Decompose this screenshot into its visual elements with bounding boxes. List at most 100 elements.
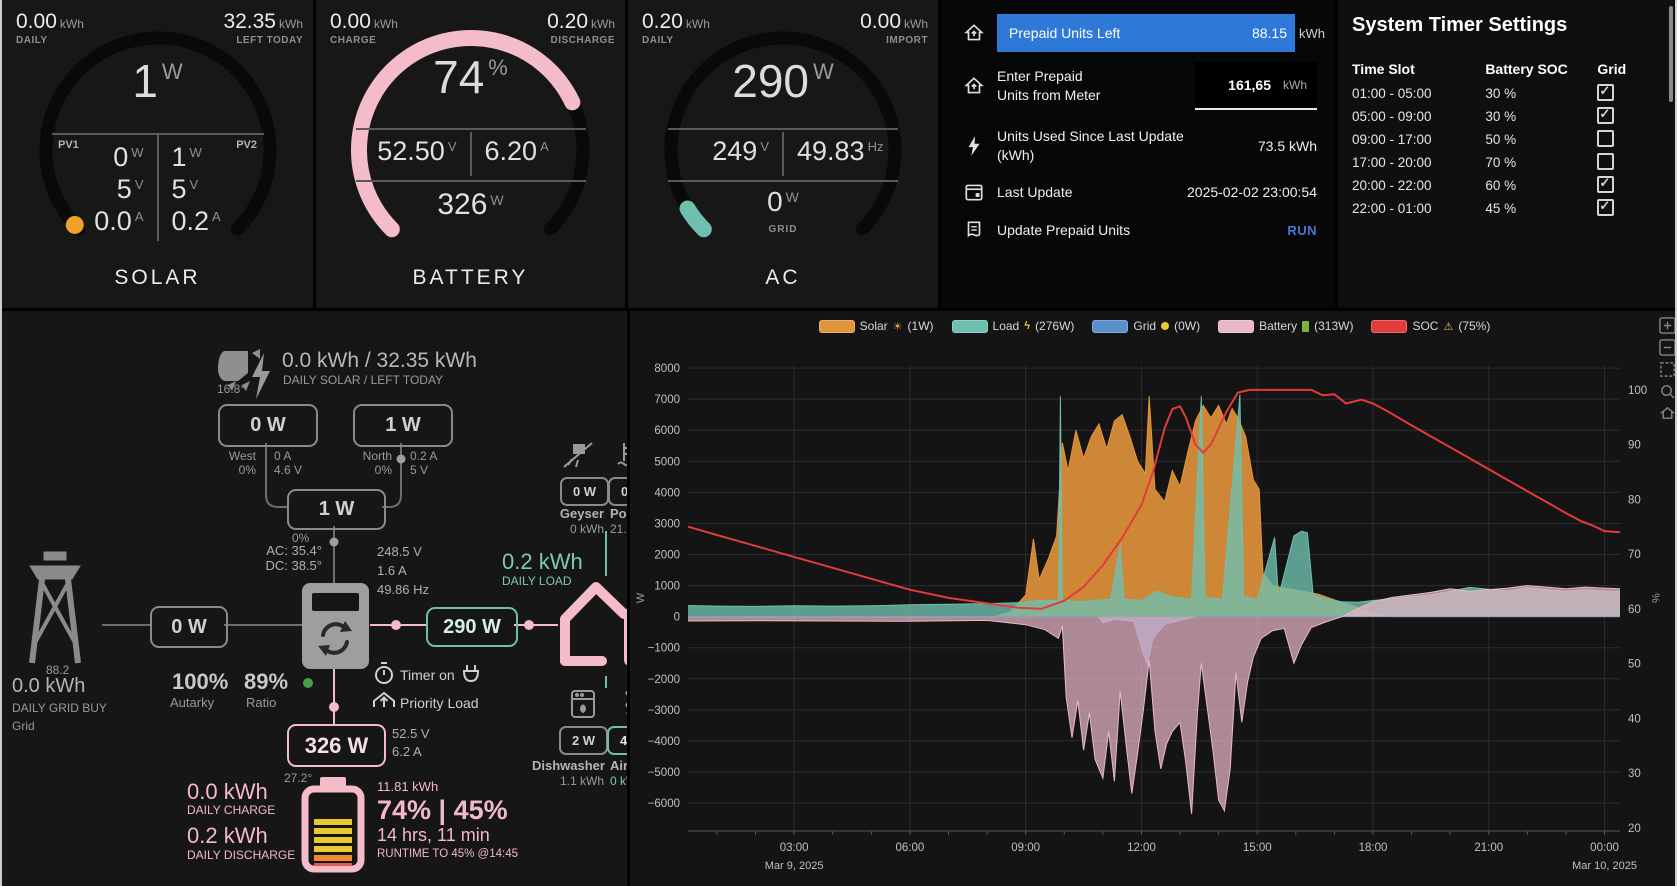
legend-item-battery[interactable]: Battery(313W): [1218, 319, 1353, 333]
daily-charge-value: 0.0 kWh: [187, 779, 268, 805]
timer-row: 20:00 - 22:0060 %: [1352, 174, 1655, 197]
grid-tower-icon: [30, 552, 80, 663]
zoom-out-button[interactable]: [1659, 339, 1676, 356]
timer-row: 01:00 - 05:0030 %: [1352, 82, 1655, 105]
timer-row: 09:00 - 17:0050 %: [1352, 128, 1655, 151]
timer-title: System Timer Settings: [1352, 14, 1567, 37]
prepaid-panel: Prepaid Units Left 88.15 kWh Enter Prepa…: [941, 0, 1335, 308]
ac-title: AC: [628, 266, 938, 290]
pv-west-electrics: 0 A4.6 V: [274, 449, 302, 477]
dishwasher-icon: [572, 691, 594, 717]
grid-checkbox[interactable]: [1597, 199, 1614, 216]
inverter-icon: [302, 583, 369, 669]
battery-icon: [1302, 321, 1309, 332]
battery-soc-pair: 74% | 45%: [377, 795, 508, 826]
solar-summary: 0.0 kWh / 32.35 kWh: [282, 349, 477, 373]
home-icon: [963, 75, 985, 97]
prepaid-input-unit: kWh: [1283, 78, 1307, 92]
run-button[interactable]: RUN: [1287, 223, 1317, 238]
grid-checkbox[interactable]: [1597, 107, 1614, 124]
battery-power-box: 326 W: [287, 724, 386, 767]
grid-daily-value: 0.0 kWh: [12, 675, 85, 698]
solar-gauge-panel: 0.00kWh DAILY 32.35kWh LEFT TODAY 1W PV1…: [2, 0, 313, 308]
svg-text:12:00: 12:00: [1127, 842, 1156, 854]
aircon-info: 0 kWh: [610, 774, 627, 788]
daily-load-value: 0.2 kWh: [502, 549, 583, 575]
selection-zoom-button[interactable]: [1659, 361, 1676, 378]
prepaid-units-left-value: 88.15: [1252, 25, 1295, 41]
prepaid-input-value: 161,65: [1228, 77, 1271, 93]
prepaid-units-input[interactable]: 161,65 kWh: [1195, 62, 1317, 110]
plug-icon: [464, 665, 478, 681]
timer-row: 22:00 - 01:0045 %: [1352, 197, 1655, 220]
pv-watts-row: 0W 1W: [2, 142, 313, 173]
reset-home-button[interactable]: [1659, 405, 1676, 422]
prepaid-units-left-label: Prepaid Units Left: [997, 25, 1252, 41]
zoom-in-button[interactable]: [1659, 317, 1676, 334]
aircon-name: Aircon: [610, 758, 627, 773]
daily-discharge-value: 0.2 kWh: [187, 823, 268, 849]
ac-divider-bottom: [668, 180, 898, 182]
ac-power-value: 290W: [628, 54, 938, 108]
autarky-value: 100%: [172, 669, 228, 695]
enter-prepaid-label: Enter PrepaidUnits from Meter: [997, 67, 1100, 105]
priority-load-label[interactable]: Priority Load: [400, 695, 479, 711]
calendar-icon: [963, 181, 985, 203]
svg-text:09:00: 09:00: [1011, 842, 1040, 854]
battery-power-value: 326W: [316, 188, 625, 222]
units-used-label: Units Used Since Last Update(kWh): [997, 127, 1184, 165]
svg-text:30: 30: [1628, 768, 1641, 780]
pv-north-box: 1 W: [353, 404, 453, 447]
legend-swatch: [1218, 320, 1254, 333]
svg-text:15:00: 15:00: [1243, 842, 1272, 854]
pool-name: Pool: [610, 506, 627, 521]
aircon-power-box: 4 W: [607, 726, 627, 755]
legend-item-soc[interactable]: SOC⚠(75%): [1371, 319, 1490, 333]
geyser-info: 0 kWh: [542, 522, 604, 536]
pv-north-meta: North0%: [354, 449, 392, 477]
priority-load-icon: [374, 693, 394, 707]
svg-text:60: 60: [1628, 604, 1641, 616]
magnifier-button[interactable]: [1659, 383, 1676, 400]
pool-icon: [618, 443, 627, 466]
solar-power-value: 1W: [2, 54, 313, 108]
svg-text:−5000: −5000: [648, 767, 680, 779]
pv-amps-row: 0.0A 0.2A: [2, 206, 313, 237]
legend-item-grid[interactable]: Grid(0W): [1092, 319, 1200, 333]
svg-text:80: 80: [1628, 494, 1641, 506]
scrollbar[interactable]: [1669, 6, 1673, 102]
svg-text:−2000: −2000: [648, 674, 680, 686]
svg-text:100: 100: [1628, 385, 1647, 397]
timer-row: 05:00 - 09:0030 %: [1352, 105, 1655, 128]
grid-checkbox[interactable]: [1597, 153, 1614, 170]
svg-text:03:00: 03:00: [780, 842, 809, 854]
grid-checkbox[interactable]: [1597, 130, 1614, 147]
bottom-row: 0 W 1 W 1 W 0 W 290 W 326 W 0 W 0 W 2 W …: [2, 311, 1677, 886]
ac-divider-top: [668, 128, 898, 130]
legend-item-load[interactable]: Loadϟ(276W): [952, 319, 1075, 333]
grid-power-box: 0 W: [150, 606, 228, 648]
energy-chart[interactable]: −6000−5000−4000−3000−2000−10000100020003…: [630, 339, 1660, 884]
svg-text:3000: 3000: [654, 518, 680, 530]
svg-text:00:00: 00:00: [1590, 842, 1619, 854]
prepaid-units-left-row[interactable]: Prepaid Units Left 88.15 kWh: [941, 14, 1335, 52]
ac-grid-power: 0W: [628, 186, 938, 218]
ratio-label: Ratio: [246, 695, 276, 710]
timer-status[interactable]: Timer on: [400, 667, 455, 683]
grid-name: Grid: [12, 719, 35, 733]
svg-text:−6000: −6000: [648, 798, 680, 810]
units-used-row: Units Used Since Last Update(kWh) 73.5 k…: [941, 124, 1335, 168]
battery-title: BATTERY: [316, 266, 625, 290]
grid-checkbox[interactable]: [1597, 176, 1614, 193]
series-battery: [688, 586, 1620, 814]
svg-text:1000: 1000: [654, 581, 680, 593]
svg-text:18:00: 18:00: [1359, 842, 1388, 854]
prepaid-units-left-bar[interactable]: Prepaid Units Left 88.15: [997, 14, 1295, 52]
grid-checkbox[interactable]: [1597, 84, 1614, 101]
last-update-value: 2025-02-02 23:00:54: [1187, 184, 1335, 200]
svg-text:70: 70: [1628, 549, 1641, 561]
timer-table: Time SlotBattery SOCGrid01:00 - 05:0030 …: [1352, 56, 1655, 220]
svg-text:−3000: −3000: [648, 705, 680, 717]
units-used-value: 73.5 kWh: [1258, 138, 1335, 154]
legend-item-solar[interactable]: Solar☀(1W): [819, 319, 934, 333]
